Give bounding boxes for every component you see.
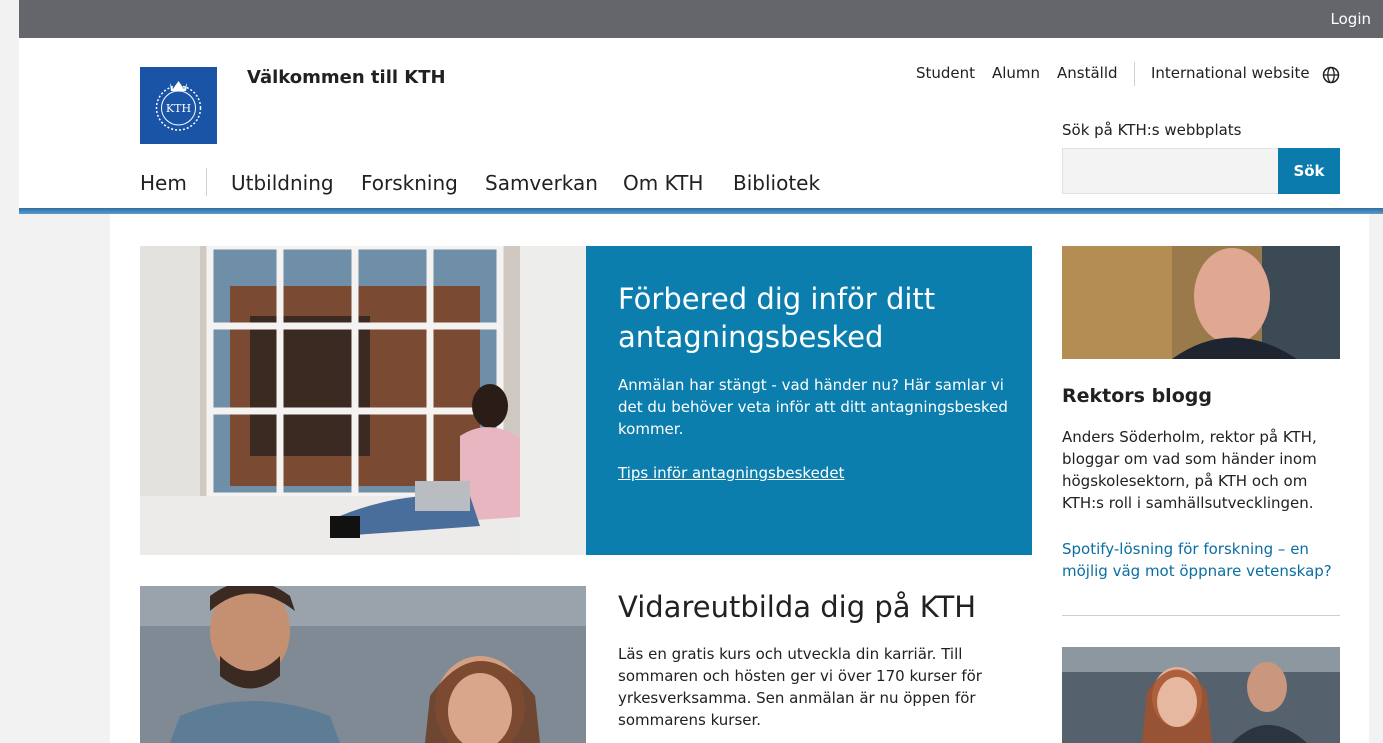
logo-text: KTH — [166, 102, 191, 115]
hero-image-people[interactable] — [140, 586, 586, 743]
search-button[interactable]: Sök — [1278, 148, 1340, 194]
hero-text: Anmälan har stängt - vad händer nu? Här … — [618, 376, 1008, 438]
site-header: KTH Välkommen till KTH Student Alumn Ans… — [19, 38, 1383, 208]
top-bar: Login — [19, 0, 1383, 38]
nav-alumn[interactable]: Alumn — [992, 64, 1040, 82]
search-label: Sök på KTH:s webbplats — [1062, 121, 1242, 139]
login-link[interactable]: Login — [1331, 10, 1371, 28]
nav-samverkan[interactable]: Samverkan — [485, 171, 598, 195]
sidebar-divider — [1062, 615, 1340, 616]
kth-logo[interactable]: KTH — [140, 67, 217, 144]
hero-card-antagning: Förbered dig inför ditt antagningsbesked… — [586, 246, 1032, 555]
nav-utbildning[interactable]: Utbildning — [231, 171, 334, 195]
hero-title: Förbered dig inför ditt antagningsbesked — [618, 282, 936, 354]
blog-author-image[interactable] — [1062, 246, 1340, 359]
site-title: Välkommen till KTH — [247, 67, 446, 88]
nav-divider — [1134, 62, 1135, 86]
globe-icon — [1322, 66, 1340, 84]
section-title-vidareutbilda: Vidareutbilda dig på KTH — [618, 590, 977, 624]
nav-bibliotek[interactable]: Bibliotek — [733, 171, 820, 195]
nav-student[interactable]: Student — [916, 64, 975, 82]
nav-forskning[interactable]: Forskning — [361, 171, 458, 195]
nav-anstalld[interactable]: Anställd — [1057, 64, 1118, 82]
section-text-vidareutbilda: Läs en gratis kurs och utveckla din karr… — [618, 645, 982, 729]
hero-image-student-window[interactable] — [140, 246, 586, 555]
blog-text: Anders Söderholm, rektor på KTH, bloggar… — [1062, 428, 1317, 512]
blog-title: Rektors blogg — [1062, 385, 1212, 407]
main-nav-divider — [206, 168, 207, 196]
nav-om-kth[interactable]: Om KTH — [623, 171, 703, 195]
search-input[interactable] — [1062, 148, 1279, 194]
nav-hem[interactable]: Hem — [140, 171, 187, 195]
blog-post-link[interactable]: Spotify-lösning för forskning – en möjli… — [1062, 538, 1352, 582]
hero-link[interactable]: Tips inför antagningsbeskedet — [618, 464, 844, 482]
sidebar-image-people[interactable] — [1062, 647, 1340, 743]
nav-international[interactable]: International website — [1151, 64, 1310, 82]
